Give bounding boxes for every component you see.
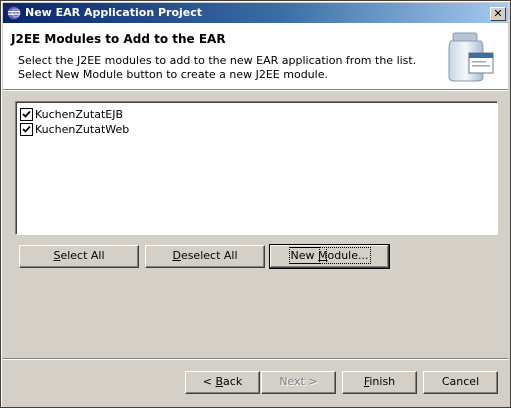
module-label: KuchenZutatWeb: [35, 123, 130, 136]
dialog-window: New EAR Application Project ✕ J2EE Modul…: [0, 0, 511, 408]
module-label: KuchenZutatEJB: [35, 108, 124, 121]
description-line-1: Select the J2EE modules to add to the ne…: [18, 54, 417, 67]
cancel-button[interactable]: Cancel: [423, 371, 498, 394]
deselect-all-button[interactable]: Deselect All: [145, 245, 265, 268]
eclipse-icon: [6, 5, 22, 21]
description-line-2: Select New Module button to create a new…: [18, 68, 328, 81]
window-title: New EAR Application Project: [25, 6, 203, 19]
finish-button[interactable]: Finish: [342, 371, 417, 394]
close-icon: ✕: [493, 7, 503, 20]
page-title: J2EE Modules to Add to the EAR: [11, 32, 226, 46]
wizard-banner: J2EE Modules to Add to the EAR Select th…: [3, 23, 508, 89]
checkmark-icon: [22, 125, 31, 133]
title-bar[interactable]: New EAR Application Project ✕: [3, 3, 508, 23]
select-all-button[interactable]: Select All: [19, 245, 139, 268]
next-button[interactable]: Next >: [261, 371, 336, 394]
footer-separator: [3, 358, 508, 360]
back-button[interactable]: < Back: [185, 371, 260, 394]
ear-jar-icon: [441, 27, 501, 85]
module-checkbox[interactable]: [20, 123, 33, 136]
page-description: Select the J2EE modules to add to the ne…: [18, 54, 438, 82]
new-module-button[interactable]: New Module...: [269, 244, 390, 269]
banner-separator: [3, 89, 508, 91]
checkmark-icon: [22, 110, 31, 118]
module-checkbox[interactable]: [20, 108, 33, 121]
modules-list[interactable]: KuchenZutatEJB KuchenZutatWeb: [15, 101, 498, 235]
close-button[interactable]: ✕: [490, 7, 506, 21]
